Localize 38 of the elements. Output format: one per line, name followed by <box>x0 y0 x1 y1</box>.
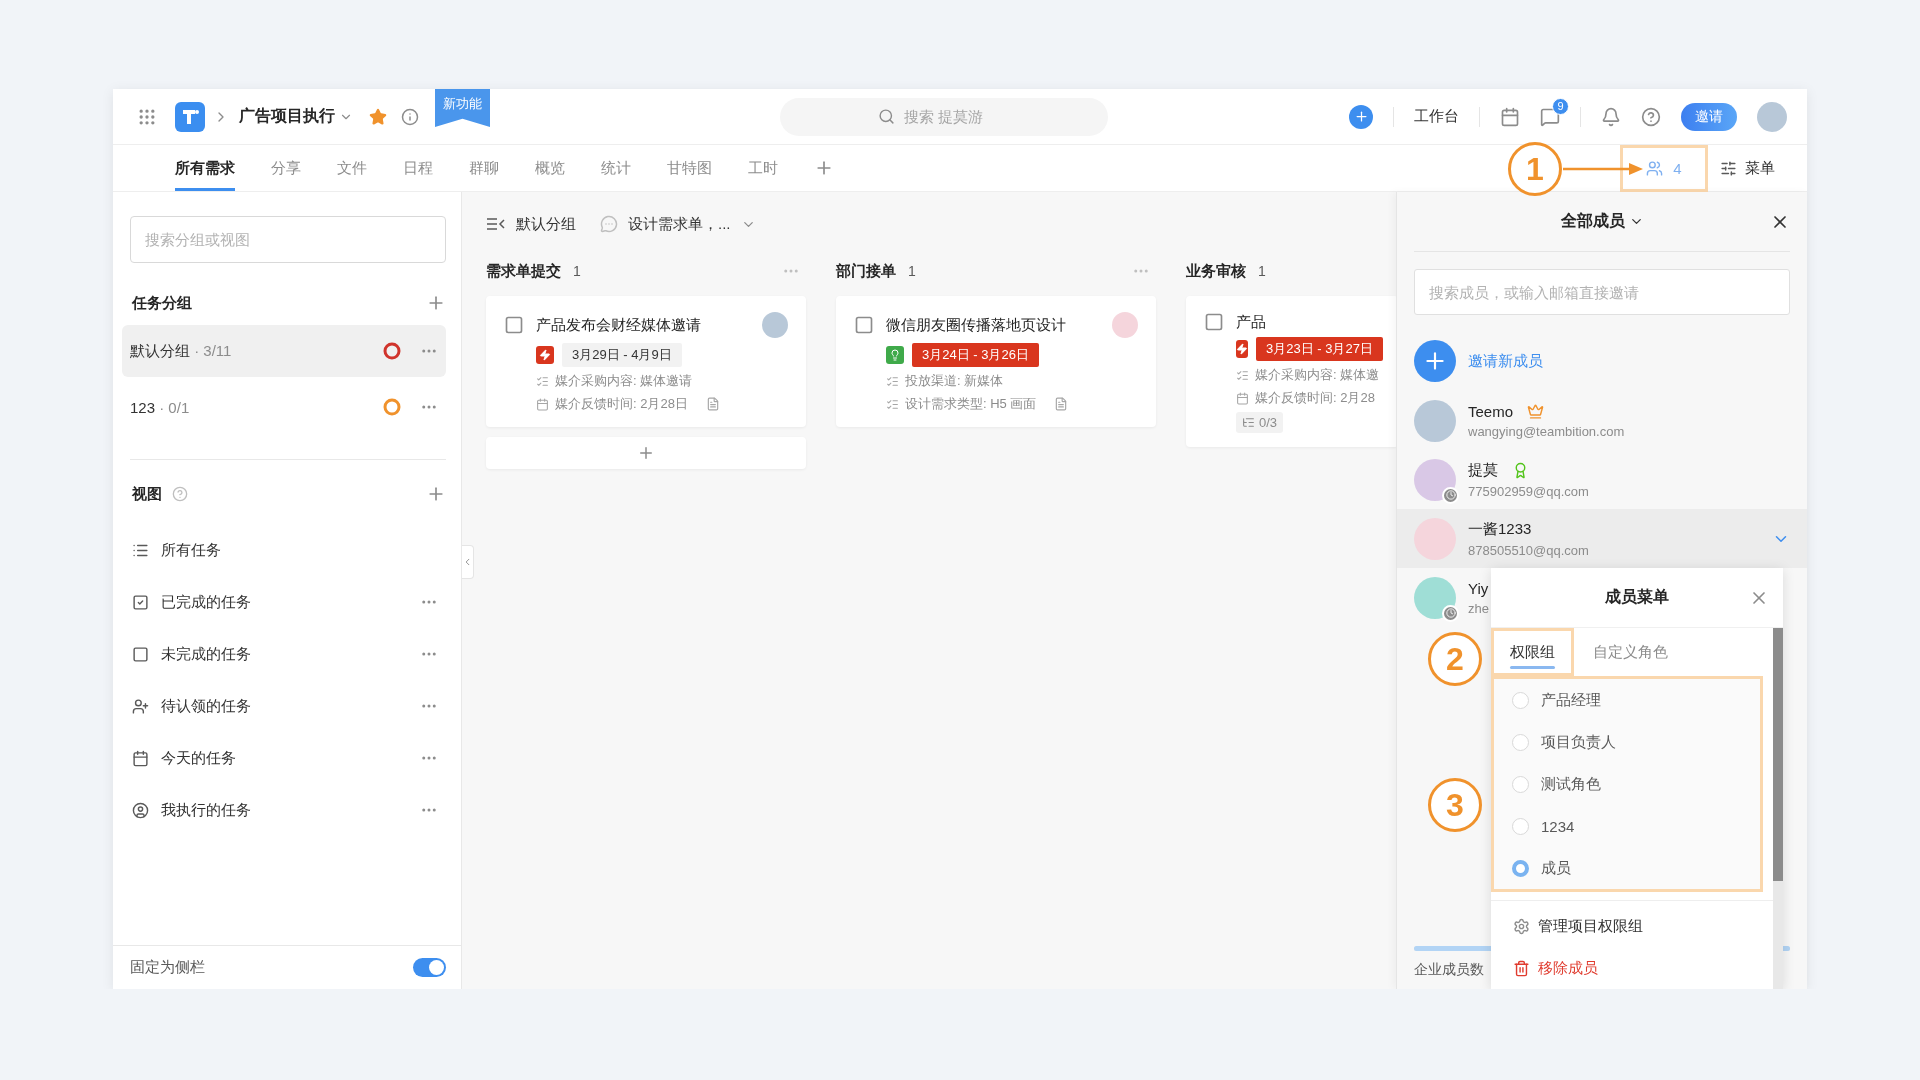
group-label: 123 · 0/1 <box>130 398 191 416</box>
date-tag: 3月23日 - 3月27日 <box>1256 337 1383 361</box>
menu-title: 成员菜单 <box>1605 587 1669 607</box>
member-email: 878505510@qq.com <box>1468 542 1590 558</box>
card-title: 产品发布会财经媒体邀请 <box>536 315 702 335</box>
date-tag: 3月24日 - 3月26日 <box>912 343 1039 367</box>
column-count: 1 <box>908 263 917 279</box>
annotation-marker: 3 <box>1428 778 1482 832</box>
member-count-label: 企业成员数 <box>1414 961 1484 979</box>
card-field: 设计需求类型: H5 画面 <box>905 395 1037 413</box>
column-count: 1 <box>1258 263 1267 279</box>
toggle-label: 固定为侧栏 <box>130 958 205 977</box>
card-field: 媒介采购内容: 媒体邀 <box>1255 366 1380 384</box>
member-email: wangying@teambition.com <box>1468 423 1626 439</box>
annotation-marker: 2 <box>1428 632 1482 686</box>
card-title: 微信朋友圈传播落地页设计 <box>886 315 1067 335</box>
group-label: 默认分组 · 3/11 <box>130 341 233 361</box>
section-title: 任务分组 <box>132 293 192 313</box>
column-title: 需求单提交 <box>486 261 561 281</box>
annotation-marker: 1 <box>1508 142 1562 196</box>
column-title: 部门接单 <box>836 261 896 281</box>
card-field: 媒介采购内容: 媒体邀请 <box>555 372 693 390</box>
date-tag: 3月29日 - 4月9日 <box>562 343 682 367</box>
subtask-count: 0/3 <box>1236 412 1284 433</box>
member-email: zhe <box>1468 600 1490 616</box>
column-title: 业务审核 <box>1186 261 1246 281</box>
member-name: Yiy <box>1468 579 1489 597</box>
card-title: 产品 <box>1236 312 1267 332</box>
section-title: 视图 <box>132 484 162 504</box>
member-name: Teemo <box>1468 402 1514 420</box>
card-field: 媒介反馈时间: 2月28 <box>1255 389 1375 407</box>
member-email: 775902959@qq.com <box>1468 483 1590 499</box>
message-count-badge: 9 <box>1552 97 1569 115</box>
column-count: 1 <box>573 263 582 279</box>
card-field: 投放渠道: 新媒体 <box>905 372 1004 390</box>
member-name: 一酱1233 <box>1468 519 1532 539</box>
member-name: 提莫 <box>1468 460 1498 480</box>
card-field: 媒介反馈时间: 2月28日 <box>555 395 688 413</box>
